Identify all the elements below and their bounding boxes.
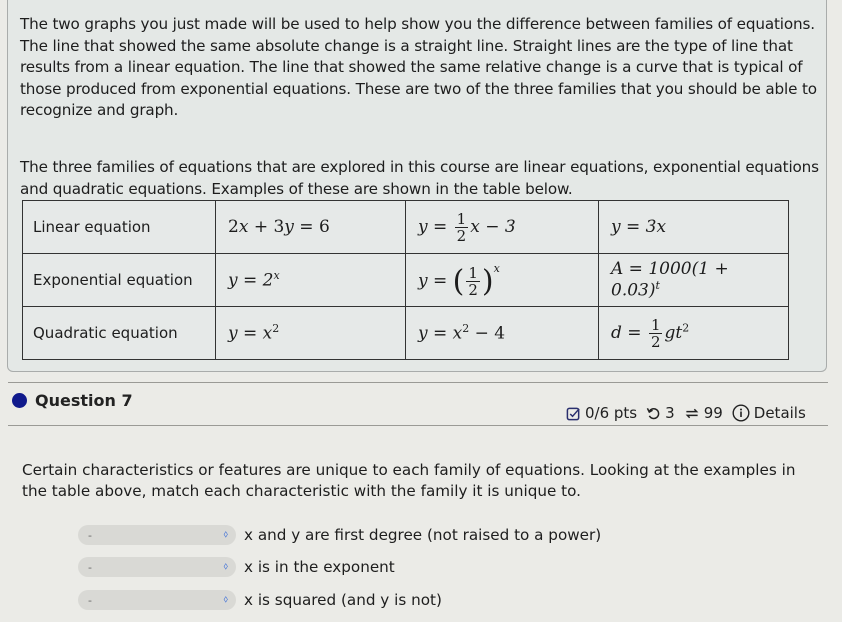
- family-select[interactable]: - ⬨: [78, 590, 236, 610]
- points-text: 0/6 pts: [585, 404, 638, 422]
- chevron-up-down-icon: ⬨: [223, 529, 229, 540]
- family-select[interactable]: - ⬨: [78, 525, 236, 545]
- characteristic-label: x is squared (and y is not): [244, 591, 442, 609]
- equation-cell: y = 3x: [598, 200, 789, 254]
- divider: [8, 382, 828, 383]
- match-row: - ⬨ x and y are first degree (not raised …: [78, 525, 601, 545]
- checkbox-score-icon: [566, 406, 581, 421]
- question-prompt: Certain characteristics or features are …: [22, 461, 796, 500]
- match-row: - ⬨ x is in the exponent: [78, 557, 395, 577]
- match-row: - ⬨ x is squared (and y is not): [78, 590, 442, 610]
- question-meta: 0/6 pts 3 99 Details: [566, 404, 806, 422]
- family-select[interactable]: - ⬨: [78, 557, 236, 577]
- attempts-icon: [684, 406, 700, 421]
- equation-cell: 2x + 3y = 6: [215, 200, 406, 254]
- equation-cell: d = 1 2 gt2: [598, 306, 789, 360]
- equation-cell: y = 12x − 3: [405, 200, 599, 254]
- table-row: Quadratic equation y = x2 y = x2 − 4 d =…: [22, 306, 789, 360]
- chevron-up-down-icon: ⬨: [223, 594, 229, 605]
- equation-cell: A = 1000(1 + 0.03)t: [598, 253, 789, 307]
- table-row: Linear equation 2x + 3y = 6 y = 12x − 3 …: [22, 200, 789, 254]
- family-label: Quadratic equation: [22, 306, 216, 360]
- question-header: Question 7: [12, 391, 133, 410]
- retry-icon: [646, 406, 661, 421]
- table-row: Exponential equation y = 2x y = (1 2)x A …: [22, 253, 789, 307]
- equation-cell: y = x2: [215, 306, 406, 360]
- retries-count: 3: [665, 404, 675, 422]
- equation-families-table: Linear equation 2x + 3y = 6 y = 12x − 3 …: [22, 200, 789, 360]
- select-value: -: [88, 560, 92, 574]
- chevron-up-down-icon: ⬨: [223, 561, 229, 572]
- characteristic-label: x and y are first degree (not raised to …: [244, 526, 602, 544]
- family-label: Exponential equation: [22, 253, 216, 307]
- select-value: -: [88, 528, 92, 542]
- equation-cell: y = 2x: [215, 253, 406, 307]
- select-value: -: [88, 593, 92, 607]
- question-title: Question 7: [35, 391, 133, 410]
- details-link[interactable]: Details: [754, 404, 806, 422]
- question-status-dot-icon: [12, 393, 27, 408]
- equation-cell: y = x2 − 4: [405, 306, 599, 360]
- intro-paragraph-2: The three families of equations that are…: [20, 158, 819, 198]
- equation-cell: y = (1 2)x: [405, 253, 599, 307]
- attempts-count: 99: [703, 404, 723, 422]
- info-icon[interactable]: [732, 404, 750, 422]
- intro-paragraph-1: The two graphs you just made will be use…: [20, 15, 817, 119]
- family-label: Linear equation: [22, 200, 216, 254]
- characteristic-label: x is in the exponent: [244, 558, 395, 576]
- divider: [8, 425, 828, 426]
